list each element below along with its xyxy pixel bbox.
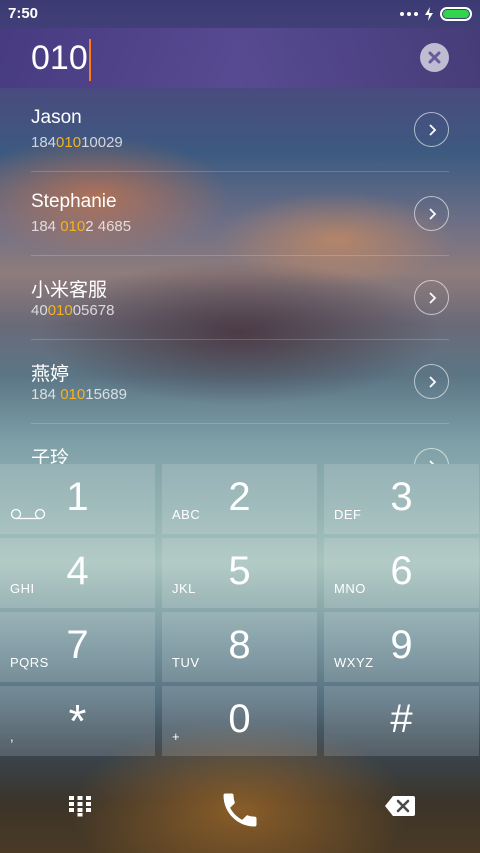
key-6[interactable]: 6 MNO	[324, 538, 479, 608]
contact-detail-button[interactable]	[414, 448, 449, 464]
key-9[interactable]: 9 WXYZ	[324, 612, 479, 682]
contact-detail-button[interactable]	[414, 196, 449, 231]
contact-number: 4001005678	[31, 302, 115, 319]
contact-detail-button[interactable]	[414, 112, 449, 147]
key-7[interactable]: 7 PQRS	[0, 612, 155, 682]
chevron-right-icon	[428, 207, 436, 220]
chevron-right-icon	[428, 291, 436, 304]
key-letters: JKL	[172, 581, 196, 596]
contact-match-list: Jason 18401010029 Stephanie 184 0102 468…	[0, 88, 480, 464]
key-letters: GHI	[10, 581, 35, 596]
contact-name: 燕婷	[31, 364, 70, 385]
key-digit: *	[68, 695, 87, 747]
key-letters: TUV	[172, 655, 200, 670]
dial-keypad: 1 2 ABC 3 DEF 4 GHI 5 JKL 6 MNO 7 PQRS 8…	[0, 464, 480, 756]
call-button[interactable]	[212, 782, 268, 838]
key-digit: 0	[228, 697, 251, 741]
contact-item[interactable]: 小米客服 4001005678	[31, 256, 449, 340]
key-letters: WXYZ	[334, 655, 374, 670]
contact-detail-button[interactable]	[414, 364, 449, 399]
voicemail-icon	[10, 508, 46, 520]
key-letters: ABC	[172, 507, 201, 522]
dial-number-input[interactable]: 010	[31, 36, 91, 82]
key-digit: #	[390, 697, 413, 741]
phone-icon	[223, 793, 257, 827]
status-bar: 7:50	[0, 0, 480, 28]
close-icon	[428, 51, 441, 64]
toggle-keypad-button[interactable]	[60, 786, 100, 826]
key-2[interactable]: 2 ABC	[162, 464, 317, 534]
key-4[interactable]: 4 GHI	[0, 538, 155, 608]
contact-name: Jason	[31, 107, 82, 128]
key-letters: +	[172, 729, 181, 744]
key-0[interactable]: 0 +	[162, 686, 317, 756]
contact-number: 18401010029	[31, 134, 123, 151]
contact-item[interactable]: Stephanie 184 0102 4685	[31, 172, 449, 256]
chevron-right-icon	[428, 123, 436, 136]
charging-icon	[425, 7, 433, 21]
dialpad-icon	[69, 796, 91, 817]
dialer-bottom-bar	[0, 756, 480, 853]
contact-detail-button[interactable]	[414, 280, 449, 315]
contact-name: Stephanie	[31, 191, 117, 212]
key-star[interactable]: * ,	[0, 686, 155, 756]
key-letters: ,	[10, 729, 15, 744]
key-5[interactable]: 5 JKL	[162, 538, 317, 608]
contact-item[interactable]: Jason 18401010029	[31, 88, 449, 172]
notification-dots-icon	[400, 12, 418, 16]
key-letters: PQRS	[10, 655, 49, 670]
chevron-right-icon	[428, 375, 436, 388]
key-8[interactable]: 8 TUV	[162, 612, 317, 682]
key-letters: DEF	[334, 507, 362, 522]
text-caret	[88, 39, 91, 82]
battery-icon	[440, 7, 472, 21]
contact-name: 小米客服	[31, 280, 108, 301]
key-hash[interactable]: #	[324, 686, 479, 756]
contact-number: 184 0102 4685	[31, 218, 132, 235]
backspace-icon	[385, 796, 415, 816]
contact-number: 184 01015689	[31, 386, 127, 403]
backspace-button[interactable]	[378, 786, 422, 826]
key-letters: MNO	[334, 581, 366, 596]
contact-item[interactable]: 燕婷 184 01015689	[31, 340, 449, 424]
status-icons	[400, 7, 472, 21]
status-time: 7:50	[8, 5, 39, 22]
contact-name: 子玲	[31, 448, 70, 464]
clear-input-button[interactable]	[420, 43, 449, 72]
key-1[interactable]: 1	[0, 464, 155, 534]
key-3[interactable]: 3 DEF	[324, 464, 479, 534]
contact-item[interactable]: 子玲	[31, 424, 449, 464]
dial-number-text: 010	[31, 39, 88, 77]
dial-header: 010	[0, 28, 480, 88]
